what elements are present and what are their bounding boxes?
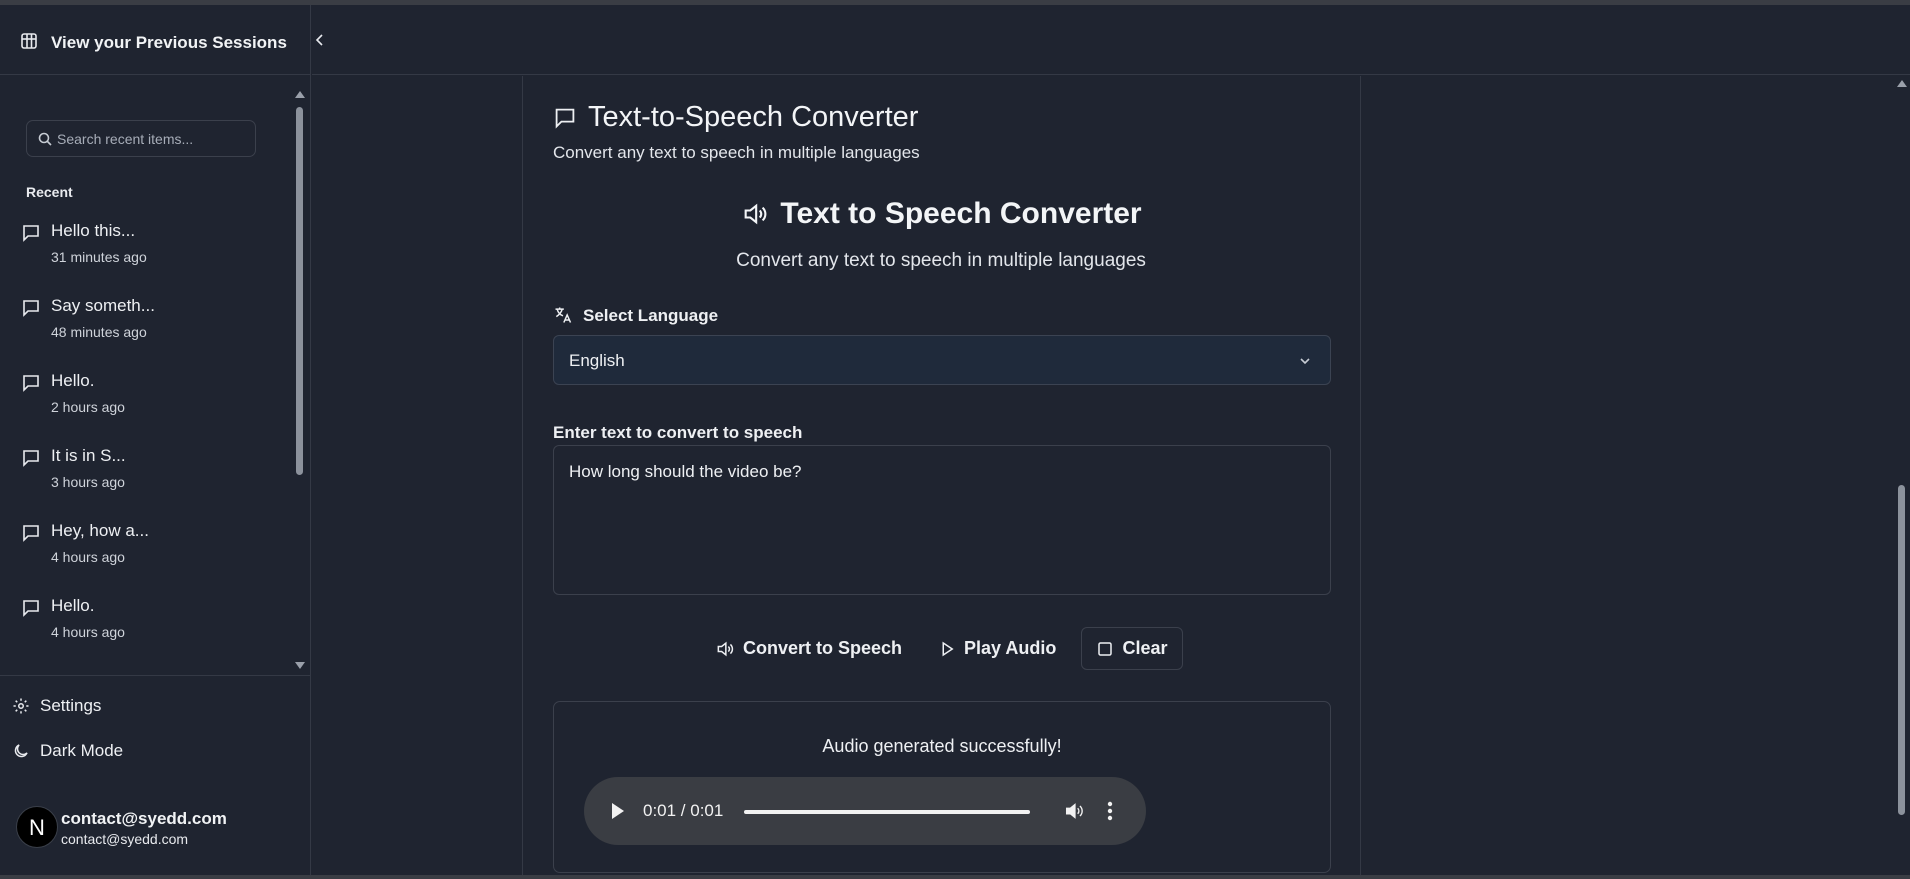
- recent-item-time: 31 minutes ago: [51, 249, 147, 265]
- top-bar: [312, 5, 1910, 75]
- user-email: contact@syedd.com: [61, 831, 189, 847]
- user-name: contact@syedd.com: [61, 809, 227, 828]
- clear-button-label: Clear: [1122, 638, 1168, 658]
- audio-player: 0:01 / 0:01: [584, 777, 1146, 845]
- converter-header: Text to Speech Converter: [553, 197, 1329, 233]
- recent-item-title: Hello this...: [51, 221, 136, 240]
- sidebar-title: View your Previous Sessions: [51, 33, 287, 52]
- search-box[interactable]: [26, 120, 256, 157]
- scroll-up-arrow[interactable]: [295, 91, 305, 98]
- square-icon: [1098, 641, 1113, 656]
- text-input-label: Enter text to convert to speech: [553, 423, 803, 442]
- scrollbar-thumb[interactable]: [296, 107, 303, 475]
- recent-label: Recent: [26, 184, 73, 200]
- recent-item-title: Say someth...: [51, 296, 155, 315]
- convert-button-label: Convert to Speech: [743, 638, 903, 658]
- translate-icon: [555, 307, 572, 323]
- recent-item-time: 3 hours ago: [51, 474, 125, 490]
- search-input[interactable]: [57, 121, 252, 156]
- recent-list: Hello this... 31 minutes ago Say someth.…: [0, 215, 290, 675]
- recent-item[interactable]: Hey, how a... 4 hours ago: [20, 515, 280, 575]
- recent-item[interactable]: It is in S... 3 hours ago: [20, 440, 280, 500]
- text-input[interactable]: How long should the video be?: [553, 445, 1331, 595]
- audio-progress-bar[interactable]: [744, 810, 1030, 814]
- volume-icon[interactable]: [1063, 800, 1085, 822]
- recent-item[interactable]: Hello this... 31 minutes ago: [20, 215, 280, 275]
- message-icon: [23, 600, 39, 617]
- sidebar-header: View your Previous Sessions: [0, 5, 310, 75]
- text-input-value: How long should the video be?: [569, 462, 802, 481]
- page-title: Text-to-Speech Converter: [588, 101, 919, 133]
- chevron-down-icon: [1300, 358, 1310, 365]
- converter-subtitle: Convert any text to speech in multiple l…: [736, 250, 1146, 271]
- language-label: Select Language: [583, 306, 719, 325]
- recent-item-title: It is in S...: [51, 446, 126, 465]
- recent-item-time: 2 hours ago: [51, 399, 125, 415]
- main-scrollbar[interactable]: [1894, 76, 1908, 871]
- chevron-left-icon[interactable]: [312, 32, 328, 48]
- message-icon: [23, 450, 39, 467]
- dark-mode-toggle[interactable]: Dark Mode: [12, 739, 152, 765]
- grid-icon: [21, 33, 37, 49]
- speaker-icon: [717, 641, 734, 656]
- language-value: English: [569, 351, 625, 370]
- recent-item-title: Hello.: [51, 371, 95, 390]
- message-icon: [23, 225, 39, 242]
- window-bottom-border: [0, 875, 1910, 879]
- speaker-icon: [745, 203, 767, 225]
- page-subtitle: Convert any text to speech in multiple l…: [553, 143, 920, 162]
- recent-item-time: 4 hours ago: [51, 624, 125, 640]
- settings-link[interactable]: Settings: [12, 694, 132, 720]
- scroll-up-arrow[interactable]: [1897, 80, 1907, 87]
- sidebar-footer: Settings Dark Mode N contact@syedd.com c…: [0, 675, 311, 875]
- language-select[interactable]: English: [553, 335, 1331, 385]
- play-button-label: Play Audio: [964, 638, 1057, 658]
- recent-item-title: Hello.: [51, 596, 95, 615]
- search-icon: [38, 132, 52, 146]
- gear-icon: [13, 698, 29, 714]
- recent-item[interactable]: Say someth... 48 minutes ago: [20, 290, 280, 350]
- play-icon: [942, 641, 954, 656]
- more-vertical-icon[interactable]: [1107, 801, 1113, 821]
- message-icon: [23, 525, 39, 542]
- sidebar: View your Previous Sessions Recent Hello…: [0, 5, 311, 875]
- clear-button[interactable]: Clear: [1081, 627, 1183, 670]
- message-icon: [23, 375, 39, 392]
- audio-time: 0:01 / 0:01: [643, 801, 724, 820]
- scrollbar-thumb[interactable]: [1898, 485, 1905, 815]
- audio-result-card: Audio generated successfully! 0:01 / 0:0…: [553, 701, 1331, 873]
- dark-mode-label: Dark Mode: [40, 741, 124, 760]
- play-icon[interactable]: [612, 803, 624, 819]
- moon-icon: [14, 744, 28, 758]
- recent-item-time: 4 hours ago: [51, 549, 125, 565]
- converter-title: Text to Speech Converter: [780, 197, 1142, 230]
- recent-item-time: 48 minutes ago: [51, 324, 147, 340]
- recent-item[interactable]: Hello. 2 hours ago: [20, 365, 280, 425]
- settings-label: Settings: [40, 696, 102, 715]
- sidebar-scrollbar[interactable]: [292, 85, 306, 673]
- message-icon: [23, 300, 39, 317]
- scroll-down-arrow[interactable]: [295, 662, 305, 669]
- audio-status-message: Audio generated successfully!: [822, 736, 1062, 756]
- convert-to-speech-button[interactable]: Convert to Speech: [705, 627, 912, 670]
- message-icon: [555, 108, 575, 129]
- recent-item[interactable]: Hello. 4 hours ago: [20, 590, 280, 650]
- avatar: N: [16, 806, 58, 848]
- recent-item-title: Hey, how a...: [51, 521, 149, 540]
- play-audio-button[interactable]: Play Audio: [928, 627, 1066, 670]
